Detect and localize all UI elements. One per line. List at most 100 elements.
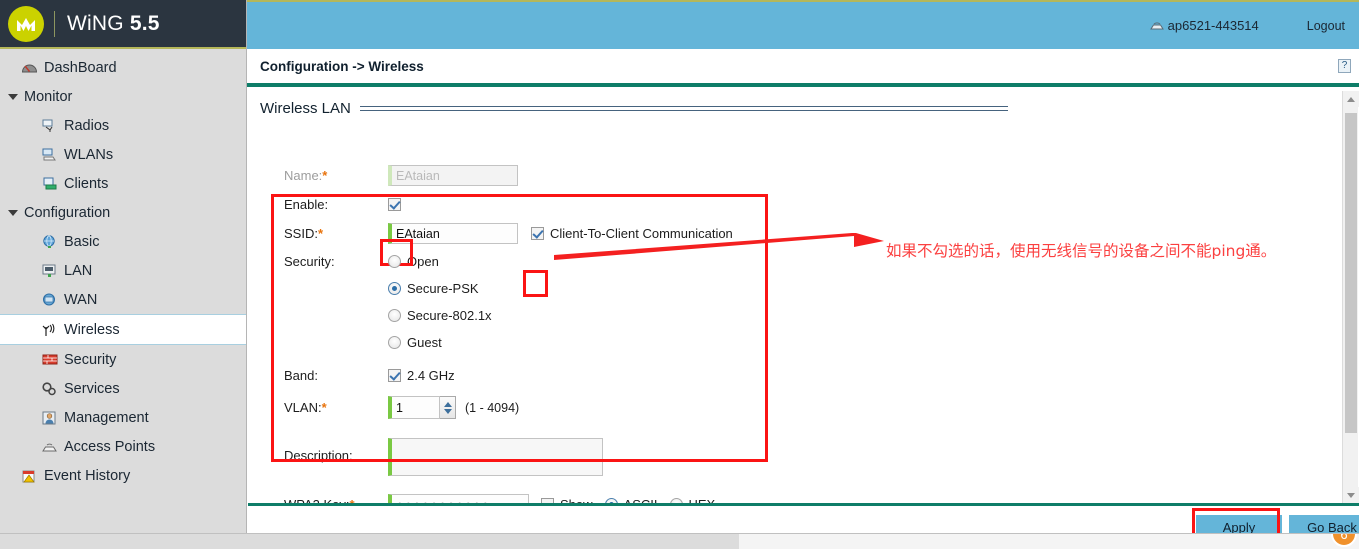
client-to-client-checkbox[interactable] xyxy=(531,227,544,240)
chevron-down-icon xyxy=(1347,492,1355,498)
required-marker: * xyxy=(317,226,324,241)
sidebar-item-dashboard[interactable]: DashBoard xyxy=(0,53,246,82)
lan-port-icon xyxy=(40,263,59,279)
sidebar-item-event-history[interactable]: Event History xyxy=(0,461,246,490)
sidebar-item-lan[interactable]: LAN xyxy=(0,256,246,285)
name-label-text: Name: xyxy=(284,168,323,183)
brand-title: WiNG 5.5 xyxy=(67,12,160,36)
gears-icon xyxy=(40,381,59,397)
security-radio-guest[interactable] xyxy=(388,336,401,349)
ssid-input[interactable] xyxy=(388,223,518,244)
sidebar-item-label: LAN xyxy=(64,262,93,279)
motorola-logo-icon xyxy=(8,5,44,42)
sidebar-item-label: Basic xyxy=(64,233,100,250)
scroll-down-arrow-icon[interactable] xyxy=(1343,487,1359,503)
band-label: Band: xyxy=(284,368,318,383)
top-header-bar: ap6521-443514 Logout xyxy=(247,0,1359,49)
band-24ghz-checkbox[interactable] xyxy=(388,369,401,382)
security-label: Security: xyxy=(284,254,335,269)
ssid-label: SSID:* xyxy=(284,226,388,241)
description-label: Description: xyxy=(284,448,353,463)
field-row-vlan: VLAN:* (1 - 4094) xyxy=(284,393,1342,422)
sidebar-item-security[interactable]: Security xyxy=(0,345,246,374)
security-option-label: Secure-PSK xyxy=(407,281,479,296)
sidebar-item-basic[interactable]: Basic xyxy=(0,227,246,256)
sidebar-item-clients[interactable]: Clients xyxy=(0,169,246,198)
brand-header: WiNG 5.5 xyxy=(0,0,246,49)
sidebar-item-management[interactable]: Management xyxy=(0,403,246,432)
device-name: ap6521-443514 xyxy=(1167,18,1259,33)
access-point-icon xyxy=(1149,19,1166,32)
sidebar-item-label: Radios xyxy=(64,117,110,134)
sidebar-item-label: Event History xyxy=(44,467,131,484)
sidebar-group-monitor[interactable]: Monitor xyxy=(0,82,246,111)
logout-link[interactable]: Logout xyxy=(1307,19,1345,33)
security-option-open[interactable]: Open xyxy=(388,248,492,275)
sidebar-item-services[interactable]: Services xyxy=(0,374,246,403)
sidebar-group-configuration[interactable]: Configuration xyxy=(0,198,246,227)
vlan-label: VLAN:* xyxy=(284,400,388,415)
wlan-icon xyxy=(40,147,59,163)
security-radio-secure-8021x[interactable] xyxy=(388,309,401,322)
enable-checkbox[interactable] xyxy=(388,198,401,211)
required-marker: * xyxy=(321,400,327,415)
vlan-stepper-buttons[interactable] xyxy=(440,396,456,419)
security-radio-secure-psk[interactable] xyxy=(388,282,401,295)
wireless-lan-form: 如果不勾选的话，使用无线信号的设备之间不能ping通。 Name:* Enabl… xyxy=(262,161,1342,503)
wan-globe-icon xyxy=(40,292,59,308)
sidebar-group-label: Configuration xyxy=(24,204,111,221)
field-row-band: Band: 2.4 GHz xyxy=(284,361,1342,390)
field-row-name: Name:* xyxy=(284,161,1342,190)
security-radio-open[interactable] xyxy=(388,255,401,268)
sidebar-item-label: Access Points xyxy=(64,438,156,455)
sidebar-nav: DashBoard Monitor Radios WLANs Clients C… xyxy=(0,49,246,490)
ssid-label-text: SSID: xyxy=(284,226,318,241)
security-option-secure-8021x[interactable]: Secure-802.1x xyxy=(388,302,492,329)
scrollbar-thumb[interactable] xyxy=(1345,113,1357,433)
band-24ghz-label: 2.4 GHz xyxy=(407,368,455,383)
enable-label: Enable: xyxy=(284,197,329,212)
chevron-up-icon[interactable] xyxy=(443,401,452,407)
dashboard-gauge-icon xyxy=(20,60,39,76)
sidebar-item-wireless[interactable]: Wireless xyxy=(0,314,246,345)
sidebar-item-wan[interactable]: WAN xyxy=(0,285,246,314)
vlan-label-text: VLAN: xyxy=(284,400,322,415)
vertical-scrollbar[interactable] xyxy=(1342,91,1359,503)
vlan-input[interactable] xyxy=(388,396,440,419)
security-option-label: Guest xyxy=(407,335,442,350)
field-row-wpa2-key: WPA2 Key:* Show ASCII HEX xyxy=(284,490,1342,503)
breadcrumb: Configuration -> Wireless xyxy=(260,58,424,74)
security-option-label: Open xyxy=(407,254,439,269)
sidebar-item-label: DashBoard xyxy=(44,59,117,76)
page-title: Wireless LAN xyxy=(260,100,351,117)
sidebar-group-label: Monitor xyxy=(24,88,73,105)
sidebar-item-label: Wireless xyxy=(64,321,120,338)
client-laptop-icon xyxy=(40,176,59,192)
security-option-guest[interactable]: Guest xyxy=(388,329,492,356)
security-option-label: Secure-802.1x xyxy=(407,308,492,323)
scroll-up-arrow-icon[interactable] xyxy=(1343,91,1359,107)
brand-divider xyxy=(54,10,55,37)
content-area: Wireless LAN 如果不勾选的话，使用无线信号的设备之间不能ping通。… xyxy=(248,91,1342,503)
sidebar: WiNG 5.5 DashBoard Monitor Radios WLANs … xyxy=(0,0,247,549)
access-point-icon xyxy=(40,439,59,455)
field-row-enable: Enable: xyxy=(284,190,1342,219)
sidebar-item-radios[interactable]: Radios xyxy=(0,111,246,140)
vlan-stepper[interactable] xyxy=(388,396,456,419)
brand-name: WiNG xyxy=(67,11,124,35)
security-option-secure-psk[interactable]: Secure-PSK xyxy=(388,275,492,302)
brand-version: 5.5 xyxy=(129,11,160,35)
calendar-warning-icon xyxy=(20,468,39,484)
sidebar-item-access-points[interactable]: Access Points xyxy=(0,432,246,461)
sidebar-item-label: WLANs xyxy=(64,146,114,163)
breadcrumb-bar: Configuration -> Wireless ? xyxy=(247,49,1359,87)
sidebar-item-label: Clients xyxy=(64,175,109,192)
chevron-down-icon[interactable] xyxy=(443,408,452,414)
help-icon[interactable]: ? xyxy=(1338,59,1351,73)
description-textarea[interactable] xyxy=(388,438,603,476)
sidebar-item-wlans[interactable]: WLANs xyxy=(0,140,246,169)
panel-header: Wireless LAN xyxy=(260,100,1342,117)
radio-antenna-icon xyxy=(40,118,59,134)
wpa2-key-input[interactable] xyxy=(388,494,529,503)
field-row-description: Description: xyxy=(284,438,1342,476)
